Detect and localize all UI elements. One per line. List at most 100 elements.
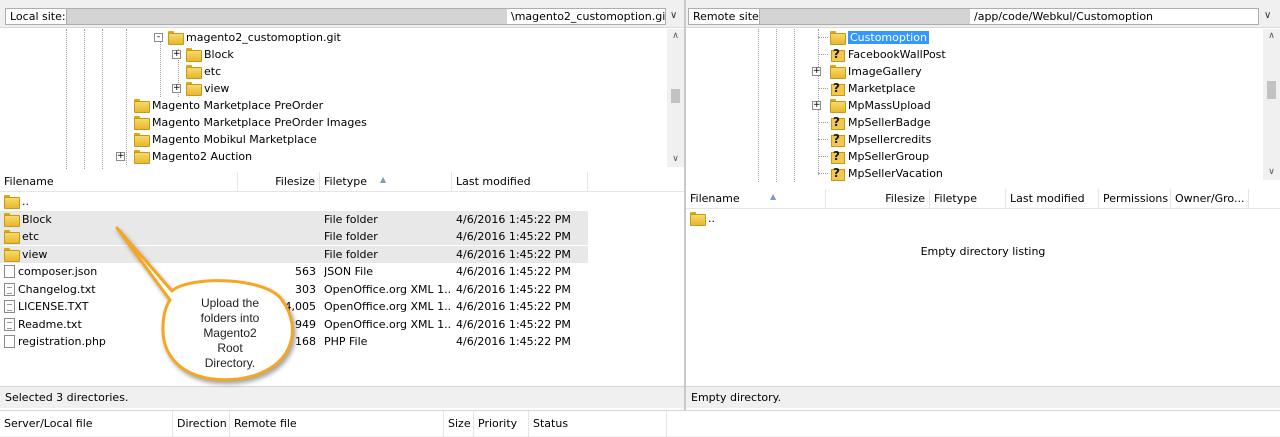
column-filesize[interactable]: Filesize: [238, 172, 320, 192]
column-filetype[interactable]: Filetype: [930, 189, 1006, 209]
tree-item-content: ? MpSellerBadge: [830, 114, 931, 131]
scroll-thumb[interactable]: [1267, 81, 1276, 99]
remote-site-bar: Remote site: /app/code/Webkul/Customopti…: [686, 0, 1280, 28]
expand-icon[interactable]: +: [116, 152, 125, 161]
tree-item-content: ? Mpsellercredits: [830, 131, 931, 148]
folder-icon: [186, 65, 202, 79]
scroll-up-icon[interactable]: ∧: [1263, 29, 1280, 44]
table-row[interactable]: registration.php 168 PHP File 4/6/2016 1:45…: [0, 333, 588, 350]
folder-icon: [4, 247, 20, 262]
chevron-down-icon[interactable]: ∨: [1264, 10, 1271, 21]
table-row[interactable]: Block File folder 4/6/2016 1:45:22 PM: [0, 210, 588, 228]
unknown-folder-icon: ?: [830, 166, 845, 181]
column-filesize[interactable]: Filesize: [826, 189, 930, 209]
file-modified-cell: 4/6/2016 1:45:22 PM: [456, 265, 571, 278]
tree-item-label: MpSellerGroup: [848, 150, 930, 163]
column-filetype[interactable]: Filetype ▲: [320, 172, 452, 192]
callout-text: Upload the folders into Magento2 Root Di…: [200, 296, 260, 370]
file-type-cell: PHP File: [324, 335, 368, 348]
collapse-icon[interactable]: -: [154, 33, 163, 42]
table-row[interactable]: view File folder 4/6/2016 1:45:22 PM: [0, 245, 588, 263]
folder-icon: [134, 116, 150, 130]
queue-column-priority[interactable]: Priority: [474, 411, 529, 437]
file-type-cell: File folder: [324, 230, 378, 243]
remote-site-input[interactable]: /app/code/Webkul/Customoption: [759, 8, 1259, 25]
list-item[interactable]: ..: [686, 210, 1280, 227]
scroll-down-icon[interactable]: ∨: [1263, 165, 1280, 180]
text-file-icon: [4, 300, 15, 313]
folder-icon: [134, 99, 150, 113]
column-filename[interactable]: Filename ▲: [686, 189, 826, 209]
unknown-folder-icon: ?: [830, 47, 845, 62]
tree-connector: [818, 88, 828, 89]
queue-column-server-local-file[interactable]: Server/Local file: [0, 411, 173, 437]
file-type-cell: OpenOffice.org XML 1....: [324, 300, 452, 313]
empty-directory-message: Empty directory listing: [920, 245, 1046, 258]
table-row[interactable]: LICENSE.TXT 4,005 OpenOffice.org XML 1....…: [0, 298, 588, 315]
folder-icon: [186, 48, 202, 62]
file-icon: [4, 335, 15, 348]
file-type-cell: File folder: [324, 212, 378, 226]
column-filename[interactable]: Filename: [0, 172, 238, 192]
table-row[interactable]: composer.json 563 JSON File 4/6/2016 1:45:2…: [0, 263, 588, 280]
file-modified-cell: 4/6/2016 1:45:22 PM: [456, 317, 571, 331]
question-mark-icon: ?: [833, 149, 840, 163]
tree-item-content: ? MpSellerVacation: [830, 165, 943, 182]
local-file-list-header: Filename Filesize Filetype ▲ Last modifie…: [0, 172, 684, 192]
expand-icon[interactable]: +: [172, 50, 181, 59]
table-row[interactable]: ..: [0, 193, 588, 210]
tree-item-label: FacebookWallPost: [848, 48, 946, 61]
tree-connector: [818, 37, 828, 38]
remote-file-list[interactable]: .. Empty directory listing: [686, 210, 1280, 385]
expand-icon[interactable]: +: [812, 101, 821, 110]
queue-column-remote-file[interactable]: Remote file: [230, 411, 444, 437]
remote-tree-scrollbar[interactable]: ∧ ∨: [1263, 29, 1280, 180]
table-row[interactable]: etc File folder 4/6/2016 1:45:22 PM: [0, 228, 588, 245]
redacted-host: [760, 9, 970, 24]
file-size-cell: 563: [295, 265, 316, 278]
expand-icon[interactable]: +: [812, 67, 821, 76]
local-site-path: \magento2_customoption.git\: [511, 10, 666, 23]
queue-column-size[interactable]: Size: [444, 411, 474, 437]
local-tree-scrollbar[interactable]: ∧ ∨: [667, 29, 684, 167]
tree-item-content: ImageGallery: [830, 63, 922, 80]
folder-icon: [830, 65, 846, 79]
tree-item-label: ImageGallery: [848, 65, 922, 78]
local-pane: Local site: \magento2_customoption.git\ …: [0, 0, 684, 410]
column-last-modified[interactable]: Last modified: [1006, 189, 1099, 209]
file-modified-cell: 4/6/2016 1:45:22 PM: [456, 335, 571, 348]
scroll-thumb[interactable]: [671, 89, 680, 103]
scroll-down-icon[interactable]: ∨: [667, 152, 684, 167]
file-modified-cell: 4/6/2016 1:45:22 PM: [456, 212, 571, 226]
column-last-modified[interactable]: Last modified: [452, 172, 588, 192]
sort-ascending-icon: ▲: [770, 192, 777, 201]
question-mark-icon: ?: [833, 132, 840, 146]
question-mark-icon: ?: [833, 166, 840, 180]
unknown-folder-icon: ?: [830, 149, 845, 164]
unknown-folder-icon: ?: [830, 132, 845, 147]
file-type-cell: JSON File: [324, 265, 374, 278]
queue-column-status[interactable]: Status: [529, 411, 667, 437]
file-name-cell: view: [4, 246, 234, 263]
local-status-bar: Selected 3 directories.: [0, 386, 684, 408]
column-permissions[interactable]: Permissions: [1099, 189, 1171, 209]
folder-icon: [830, 31, 846, 45]
local-file-list[interactable]: .. Block File folder 4/6/2016 1:45:22 PM etc…: [0, 193, 684, 385]
question-mark-icon: ?: [833, 115, 840, 129]
queue-column-direction[interactable]: Direction: [173, 411, 230, 437]
table-row[interactable]: Changelog.txt 303 OpenOffice.org XML 1....…: [0, 281, 588, 298]
expand-icon[interactable]: +: [172, 84, 181, 93]
file-modified-cell: 4/6/2016 1:45:22 PM: [456, 282, 571, 296]
scroll-up-icon[interactable]: ∧: [667, 29, 684, 44]
table-row[interactable]: Readme.txt 949 OpenOffice.org XML 1.... 4/6…: [0, 316, 588, 333]
unknown-folder-icon: ?: [830, 81, 845, 96]
column-owner-group[interactable]: Owner/Gro...: [1171, 189, 1249, 209]
chevron-down-icon[interactable]: ∨: [670, 10, 677, 21]
local-directory-tree[interactable]: - magento2_customoption.git + Block etc …: [0, 29, 684, 169]
tree-connector: [818, 156, 828, 157]
text-file-icon: [4, 317, 15, 331]
folder-icon: [4, 195, 20, 209]
open-folder-icon: [168, 31, 184, 45]
remote-directory-tree[interactable]: Customoption? FacebookWallPost + ImageGalle…: [686, 29, 1280, 182]
local-site-input[interactable]: \magento2_customoption.git\: [66, 8, 666, 25]
